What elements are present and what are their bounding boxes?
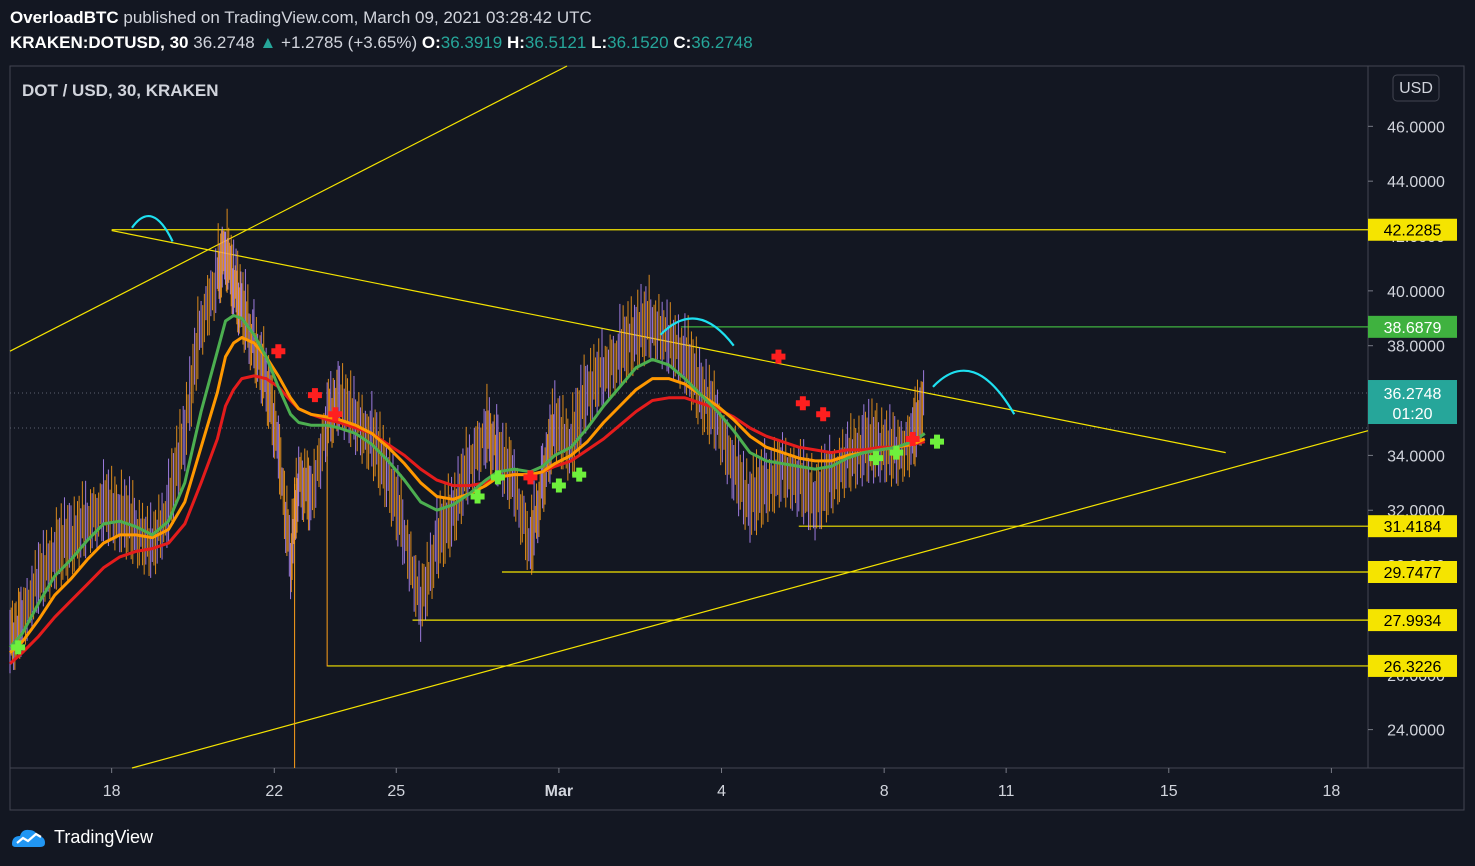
level-label: 26.3226 [1384,659,1442,676]
time-scale[interactable] [9,767,1465,811]
x-tick-label: 8 [880,783,889,800]
level-label: 42.2285 [1384,223,1442,240]
level-label: 38.6879 [1384,320,1442,337]
level-label: 29.7477 [1384,565,1442,582]
x-tick-label: 15 [1160,783,1178,800]
y-tick-label: 24.0000 [1387,723,1445,740]
price-chart[interactable]: 24.000026.000028.000030.000032.000034.00… [0,0,1475,866]
currency-button[interactable]: USD [1392,74,1440,102]
level-label: 31.4184 [1384,519,1442,536]
current-price-label: 36.2748 [1384,386,1442,403]
level-label: 27.9934 [1384,613,1442,630]
brand-name: TradingView [54,826,154,847]
plot-frame [9,65,1369,769]
y-tick-label: 44.0000 [1387,174,1445,191]
y-tick-label: 38.0000 [1387,339,1445,356]
chart-title: DOT / USD, 30, KRAKEN [22,81,218,100]
x-tick-label: 11 [998,783,1015,800]
y-tick-label: 46.0000 [1387,119,1445,136]
y-tick-label: 40.0000 [1387,284,1445,301]
currency-label: USD [1399,80,1433,97]
countdown-label: 01:20 [1392,406,1432,423]
x-tick-label: 22 [265,783,283,800]
x-tick-label: 25 [387,783,405,800]
x-tick-label: 18 [1323,783,1341,800]
tradingview-logo-icon [12,829,45,847]
tradingview-logo[interactable]: TradingView [10,826,153,848]
y-tick-label: 34.0000 [1387,448,1445,465]
x-tick-label: Mar [545,783,573,800]
x-tick-label: 4 [717,783,726,800]
x-tick-label: 18 [103,783,121,800]
